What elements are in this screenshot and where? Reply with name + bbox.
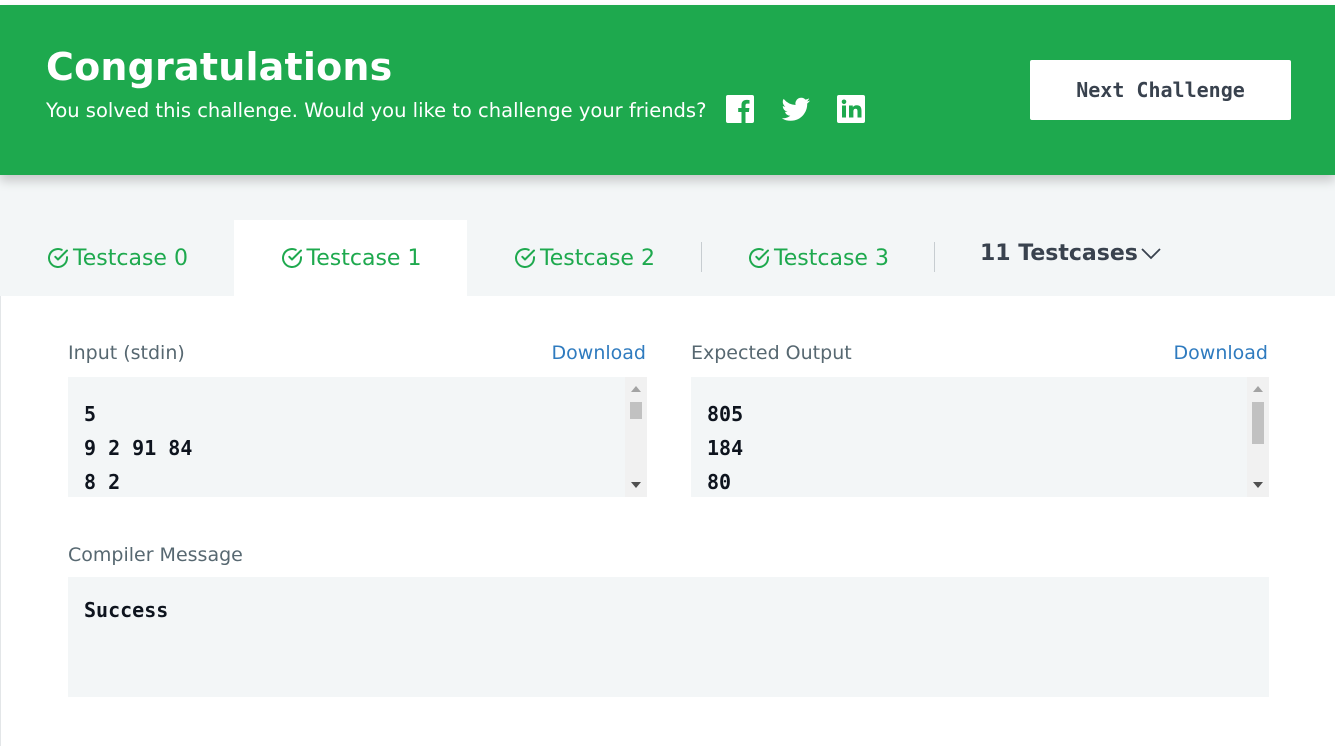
input-lines: 5 9 2 91 84 8 2 — [84, 397, 192, 497]
compiler-message-box: Success — [68, 577, 1269, 697]
code-line: 184 — [707, 436, 744, 460]
scroll-down-arrow-icon[interactable] — [1253, 482, 1263, 488]
code-line: 8 2 — [84, 470, 121, 494]
compiler-message-label: Compiler Message — [68, 544, 243, 566]
tab-label: Testcase 2 — [540, 245, 655, 271]
expected-output-label: Expected Output — [691, 342, 852, 364]
tab-testcase-1[interactable]: Testcase 1 — [234, 220, 467, 296]
code-line: 80 — [707, 470, 732, 494]
expected-output-box[interactable]: 805 184 80 — [691, 377, 1269, 497]
expected-download-link[interactable]: Download — [1121, 342, 1268, 364]
scroll-thumb[interactable] — [1252, 402, 1264, 444]
facebook-icon[interactable] — [725, 94, 755, 124]
scroll-down-arrow-icon[interactable] — [631, 482, 641, 488]
tab-testcase-2[interactable]: Testcase 2 — [467, 220, 701, 296]
code-line: 9 2 91 84 — [84, 436, 193, 460]
banner-subtitle: You solved this challenge. Would you lik… — [46, 99, 707, 122]
input-scrollbar[interactable] — [625, 377, 647, 497]
check-circle-icon — [48, 248, 69, 268]
tab-divider — [701, 242, 702, 272]
expected-lines: 805 184 80 — [707, 397, 743, 497]
testcase-content: Input (stdin) Download 5 9 2 91 84 8 2 Exp… — [0, 296, 1335, 746]
chevron-down-icon — [1141, 247, 1161, 259]
twitter-icon[interactable] — [781, 94, 811, 124]
expected-scrollbar[interactable] — [1247, 377, 1269, 497]
input-download-link[interactable]: Download — [501, 342, 646, 364]
tab-testcase-3[interactable]: Testcase 3 — [702, 220, 934, 296]
check-circle-icon — [281, 248, 302, 268]
scroll-thumb[interactable] — [630, 402, 642, 419]
success-banner: Congratulations You solved this challeng… — [0, 5, 1335, 175]
scroll-up-arrow-icon[interactable] — [631, 386, 641, 392]
input-label: Input (stdin) — [68, 342, 185, 364]
code-line: 805 — [707, 402, 744, 426]
scroll-up-arrow-icon[interactable] — [1253, 386, 1263, 392]
check-circle-icon — [749, 248, 770, 268]
more-testcases-label: 11 Testcases — [980, 241, 1138, 266]
tab-label: Testcase 0 — [73, 245, 188, 271]
banner-title: Congratulations — [46, 45, 393, 89]
tab-label: Testcase 3 — [774, 245, 889, 271]
compiler-message-text: Success — [84, 598, 169, 622]
code-line: 5 — [84, 402, 97, 426]
tab-testcase-0[interactable]: Testcase 0 — [0, 220, 234, 296]
linkedin-icon[interactable] — [836, 94, 866, 124]
tab-divider — [934, 242, 935, 272]
testcase-tabs: Testcase 0 Testcase 1 Testcase 2 Testcas… — [0, 175, 1335, 296]
tab-label: Testcase 1 — [306, 245, 422, 271]
more-testcases-dropdown[interactable]: 11 Testcases — [980, 241, 1162, 266]
check-circle-icon — [515, 248, 536, 268]
input-box[interactable]: 5 9 2 91 84 8 2 — [68, 377, 647, 497]
next-challenge-button[interactable]: Next Challenge — [1030, 60, 1291, 120]
